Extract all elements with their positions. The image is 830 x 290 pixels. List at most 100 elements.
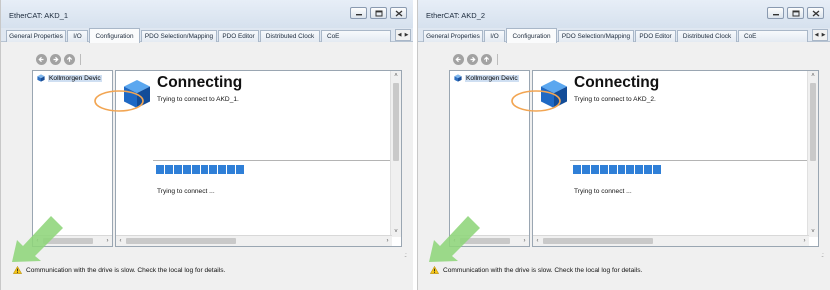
annotation-arrow-icon [12, 216, 63, 262]
minimize-button[interactable] [767, 7, 784, 19]
tab-general-properties[interactable]: General Properties [423, 30, 483, 42]
warning-triangle-icon [13, 266, 22, 274]
scrollbar-thumb[interactable] [126, 238, 236, 244]
scroll-right-icon[interactable]: › [520, 236, 529, 246]
tab-pdo-selection-mapping[interactable]: PDO Selection/Mapping [558, 30, 634, 42]
connecting-heading: Connecting [157, 74, 243, 91]
progress-segment [644, 165, 653, 174]
forward-arrow-icon [53, 56, 59, 63]
status-text: Trying to connect ... [157, 188, 215, 195]
progress-segment [599, 165, 608, 174]
warning-bar: Communication with the drive is slow. Ch… [13, 266, 225, 274]
maximize-button[interactable] [370, 7, 387, 19]
navigation-buttons [453, 54, 498, 65]
forward-arrow-icon [470, 56, 476, 63]
annotation-arrow-icon [429, 216, 480, 262]
tab-strip: General Properties I/O Configuration PDO… [418, 28, 830, 43]
resize-grip-icon[interactable]: .: [404, 252, 407, 259]
tab-pdo-selection-mapping[interactable]: PDO Selection/Mapping [141, 30, 217, 42]
tab-io[interactable]: I/O [67, 30, 88, 42]
connect-target-text: Trying to connect to AKD_1. [157, 96, 239, 103]
connecting-heading: Connecting [574, 74, 660, 91]
progress-segment [626, 165, 635, 174]
tab-scroll-left-icon[interactable]: ◀ [396, 30, 403, 40]
tab-distributed-clock[interactable]: Distributed Clock [677, 30, 737, 42]
minimize-icon [772, 14, 779, 16]
toolbar-separator [80, 54, 81, 65]
tab-coe[interactable]: CoE [738, 30, 808, 42]
progress-segment [164, 165, 173, 174]
up-button[interactable] [481, 54, 492, 65]
up-arrow-icon [483, 56, 490, 62]
tab-scroll-buttons[interactable]: ◀ ▶ [812, 29, 828, 41]
tab-scroll-right-icon[interactable]: ▶ [820, 30, 827, 40]
tab-scroll-buttons[interactable]: ◀ ▶ [395, 29, 411, 41]
progress-segment [156, 165, 164, 174]
highlight-ellipse-icon [94, 90, 144, 112]
content-vertical-scrollbar[interactable]: ˄ ˅ [807, 71, 818, 237]
device-cube-icon [454, 74, 462, 82]
back-arrow-icon [455, 56, 461, 63]
tree-item-label: Kollmorgen Devic [48, 74, 102, 82]
close-icon [395, 10, 402, 16]
status-text: Trying to connect ... [574, 188, 632, 195]
forward-button[interactable] [50, 54, 61, 65]
scroll-down-icon[interactable]: ˅ [391, 227, 401, 237]
back-button[interactable] [36, 54, 47, 65]
tab-configuration[interactable]: Configuration [506, 28, 557, 43]
tab-scroll-right-icon[interactable]: ▶ [403, 30, 410, 40]
maximize-button[interactable] [787, 7, 804, 19]
up-button[interactable] [64, 54, 75, 65]
tree-item-kollmorgen[interactable]: Kollmorgen Devic [454, 73, 519, 83]
progress-segment [191, 165, 200, 174]
warning-text: Communication with the drive is slow. Ch… [26, 266, 226, 274]
divider [570, 160, 807, 161]
progress-segment [581, 165, 590, 174]
warning-text: Communication with the drive is slow. Ch… [443, 266, 643, 274]
content-horizontal-scrollbar[interactable]: ‹ › [533, 235, 809, 246]
progress-segment [608, 165, 617, 174]
minimize-button[interactable] [350, 7, 367, 19]
tree-item-kollmorgen[interactable]: Kollmorgen Devic [37, 73, 102, 83]
progress-segment [173, 165, 182, 174]
toolbar-separator [497, 54, 498, 65]
scroll-up-icon[interactable]: ˄ [391, 71, 401, 81]
tab-pdo-editor[interactable]: PDO Editor [635, 30, 676, 42]
up-arrow-icon [66, 56, 73, 62]
scroll-right-icon[interactable]: › [800, 236, 809, 246]
content-vertical-scrollbar[interactable]: ˄ ˅ [390, 71, 401, 237]
maximize-icon [792, 10, 799, 16]
tab-coe[interactable]: CoE [321, 30, 391, 42]
scroll-right-icon[interactable]: › [383, 236, 392, 246]
progress-bar [573, 165, 662, 174]
scroll-up-icon[interactable]: ˄ [808, 71, 818, 81]
back-button[interactable] [453, 54, 464, 65]
scroll-down-icon[interactable]: ˅ [808, 227, 818, 237]
content-horizontal-scrollbar[interactable]: ‹ › [116, 235, 392, 246]
scroll-right-icon[interactable]: › [103, 236, 112, 246]
close-button[interactable] [807, 7, 824, 19]
close-button[interactable] [390, 7, 407, 19]
tab-distributed-clock[interactable]: Distributed Clock [260, 30, 320, 42]
tab-io[interactable]: I/O [484, 30, 505, 42]
tab-pdo-editor[interactable]: PDO Editor [218, 30, 259, 42]
scroll-left-icon[interactable]: ‹ [116, 236, 125, 246]
window-titlebar: EtherCAT: AKD_1 [1, 0, 413, 28]
config-window-akd2: EtherCAT: AKD_2 General Properties I/O C… [417, 0, 830, 290]
scrollbar-thumb[interactable] [543, 238, 653, 244]
forward-button[interactable] [467, 54, 478, 65]
scrollbar-thumb[interactable] [810, 83, 816, 161]
scroll-left-icon[interactable]: ‹ [533, 236, 542, 246]
tree-item-label: Kollmorgen Devic [465, 74, 519, 82]
tab-configuration[interactable]: Configuration [89, 28, 140, 43]
minimize-icon [355, 14, 362, 16]
tab-general-properties[interactable]: General Properties [6, 30, 66, 42]
tab-scroll-left-icon[interactable]: ◀ [813, 30, 820, 40]
resize-grip-icon[interactable]: .: [821, 252, 824, 259]
progress-segment [209, 165, 218, 174]
progress-segment [182, 165, 191, 174]
progress-segment [653, 165, 662, 174]
scrollbar-thumb[interactable] [393, 83, 399, 161]
window-title: EtherCAT: AKD_1 [9, 11, 69, 20]
maximize-icon [375, 10, 382, 16]
